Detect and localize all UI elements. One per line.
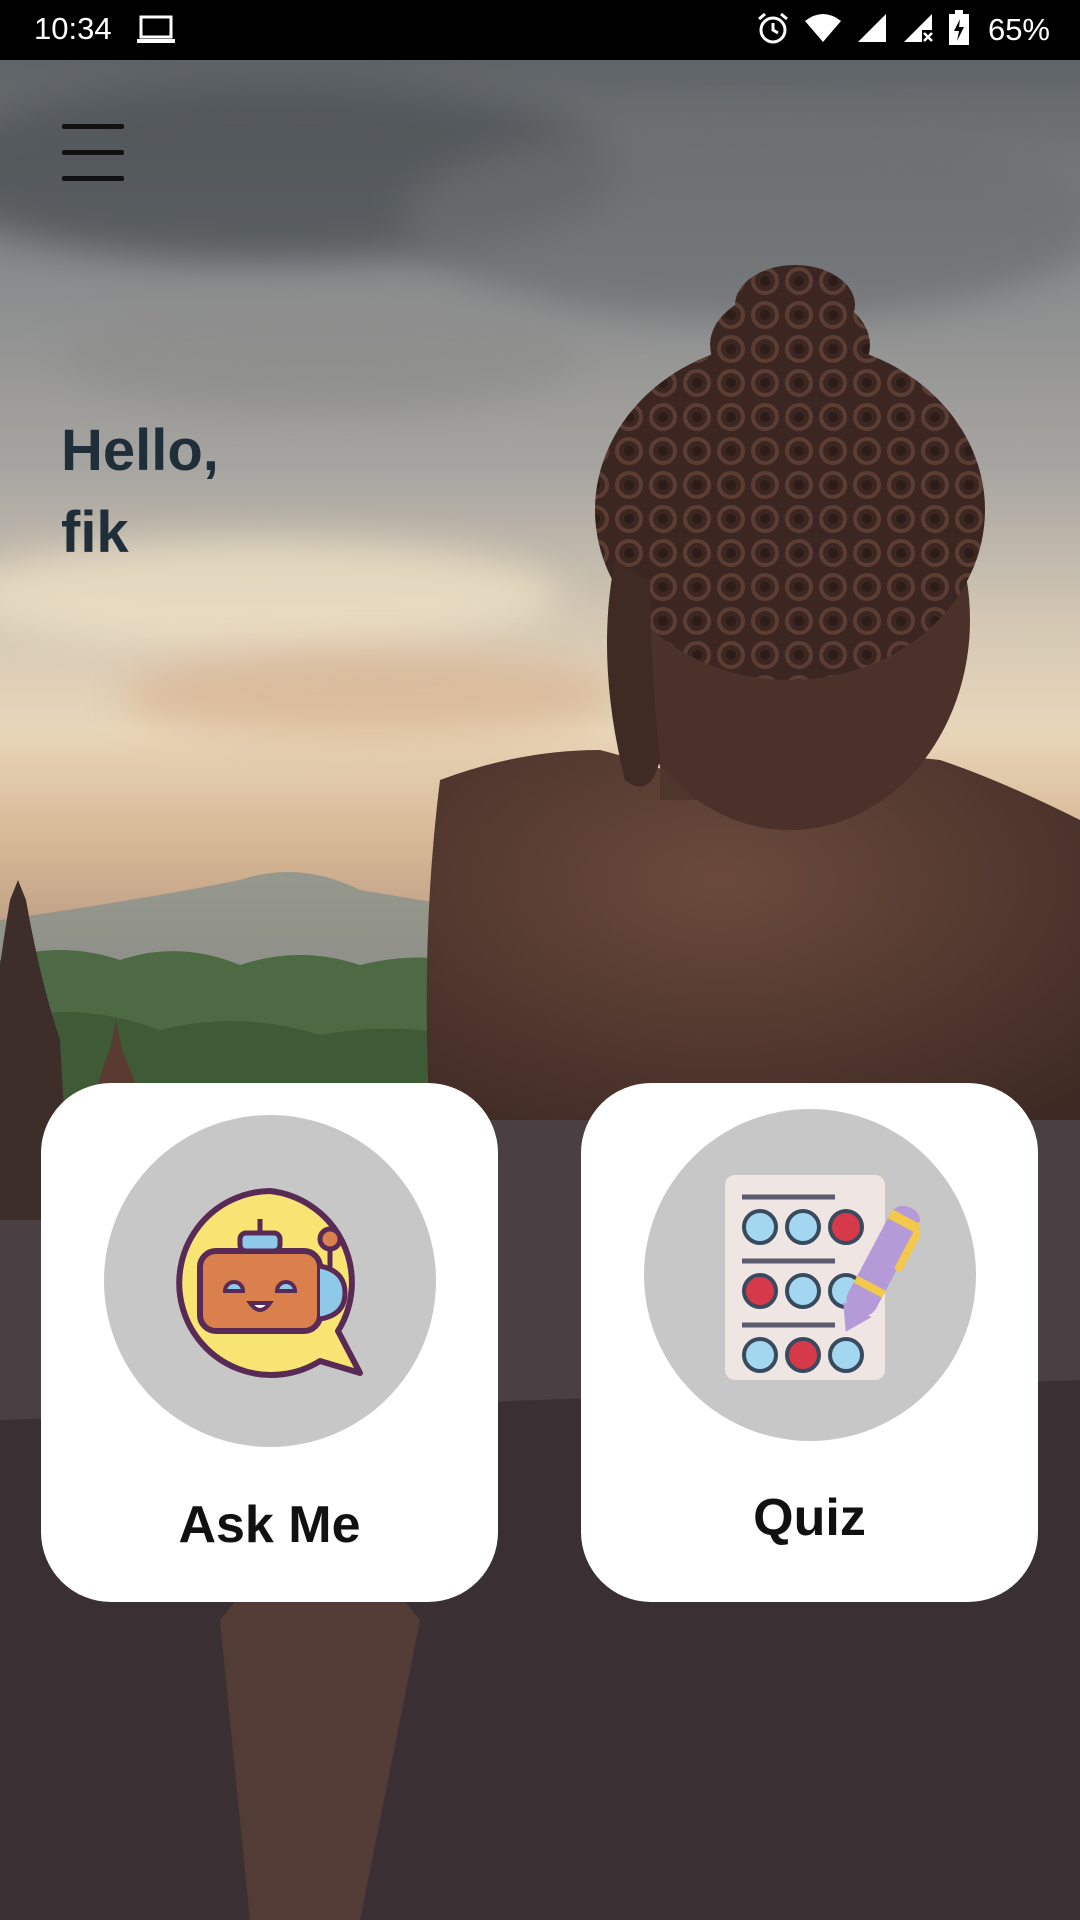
status-bar: 10:34 65% <box>0 0 1080 60</box>
ask-me-icon-circle <box>104 1115 436 1447</box>
signal-x-icon <box>902 12 934 49</box>
greeting-line-1: Hello, <box>61 418 219 483</box>
quiz-label: Quiz <box>753 1489 866 1547</box>
greeting: Hello, fik <box>61 410 219 574</box>
alarm-icon <box>756 11 790 50</box>
chatbot-icon <box>176 1188 363 1378</box>
hamburger-menu-icon[interactable] <box>58 122 128 184</box>
background-scene <box>0 60 1080 1920</box>
quiz-sheet-icon <box>725 1175 920 1380</box>
quiz-icon-circle <box>644 1109 976 1441</box>
ask-me-card[interactable]: Ask Me <box>41 1083 498 1602</box>
battery-charging-icon <box>948 9 970 51</box>
greeting-username: fik <box>61 500 129 565</box>
wifi-icon <box>804 13 842 48</box>
laptop-icon <box>136 14 176 51</box>
quiz-card[interactable]: Quiz <box>581 1083 1038 1602</box>
battery-percent: 65% <box>987 12 1050 47</box>
ask-me-label: Ask Me <box>178 1496 361 1554</box>
status-time: 10:34 <box>34 11 112 46</box>
signal-icon <box>856 12 888 49</box>
